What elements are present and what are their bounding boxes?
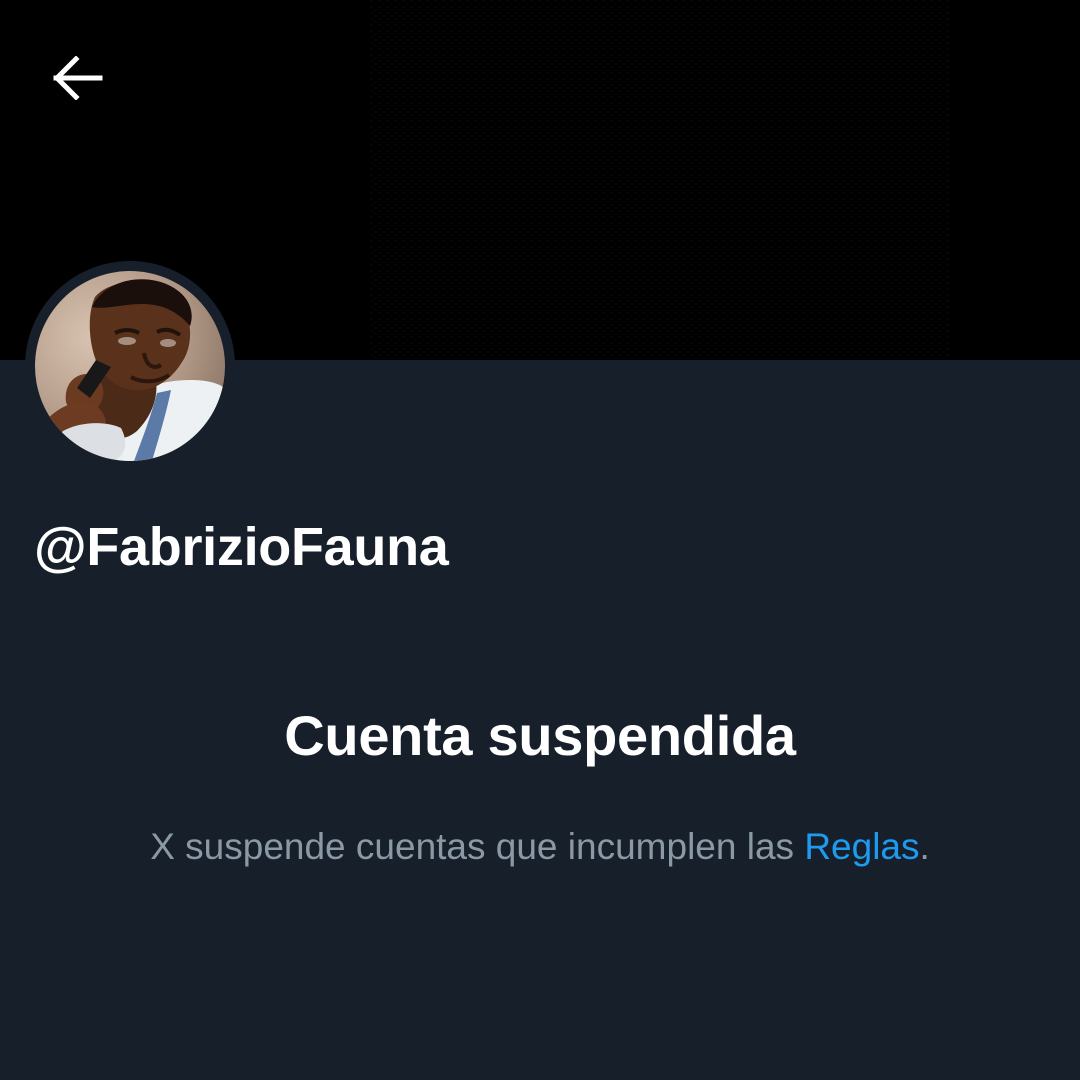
- avatar[interactable]: [35, 271, 225, 461]
- suspension-message-text: X suspende cuentas que incumplen las: [150, 826, 805, 867]
- profile-screen: @FabrizioFauna Cuenta suspendida X suspe…: [0, 0, 1080, 1080]
- suspension-message: X suspende cuentas que incumplen las Reg…: [0, 826, 1080, 868]
- arrow-left-icon: [53, 56, 103, 100]
- suspension-title: Cuenta suspendida: [284, 704, 796, 767]
- profile-handle: @FabrizioFauna: [34, 517, 449, 577]
- suspension-message-period: .: [919, 826, 930, 867]
- banner-image: [370, 0, 950, 360]
- back-button[interactable]: [46, 48, 110, 108]
- avatar-ring: [25, 261, 235, 471]
- profile-photo: [35, 271, 225, 461]
- rules-link[interactable]: Reglas: [804, 826, 919, 867]
